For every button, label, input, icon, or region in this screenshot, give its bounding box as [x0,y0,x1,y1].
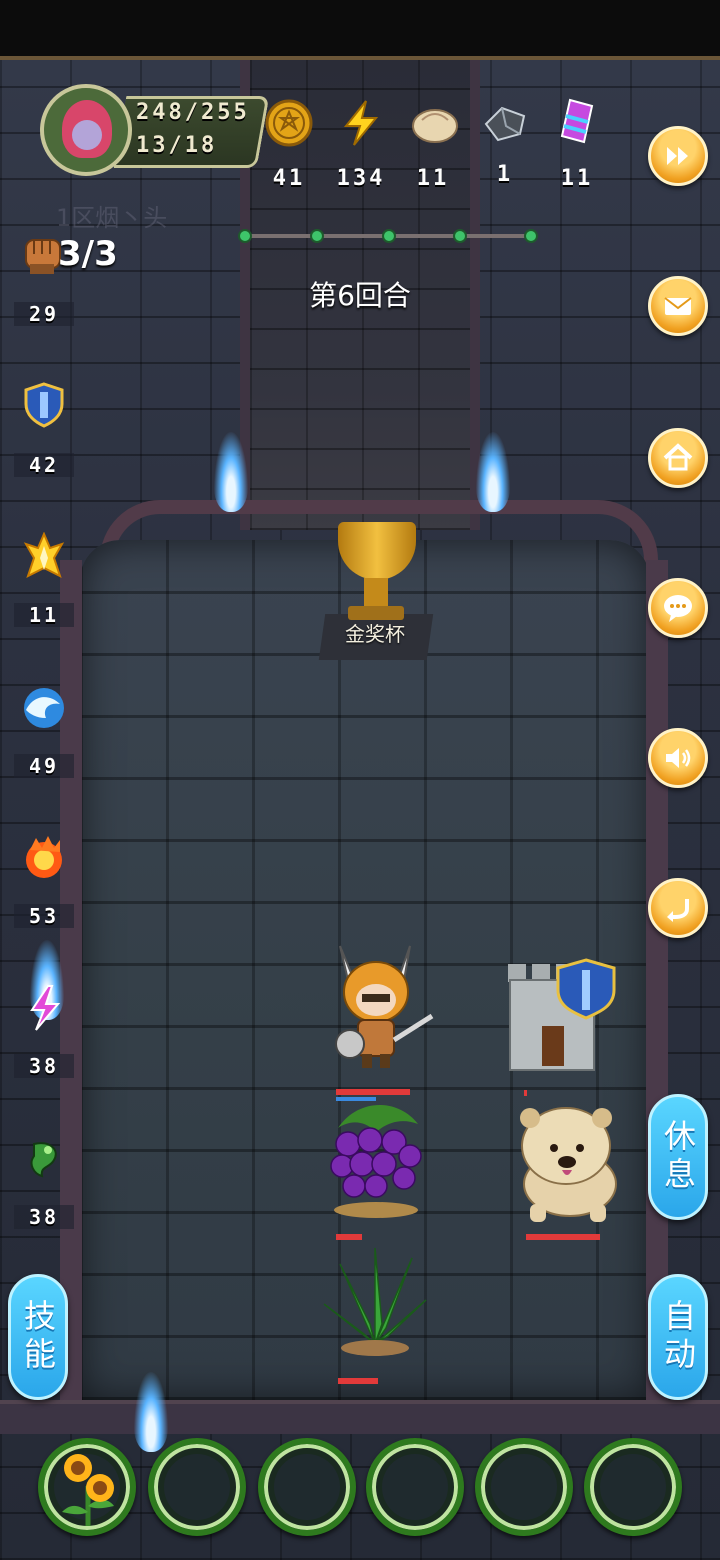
attack-count: 3/3 [58,234,118,274]
blue-flame-icon [476,432,510,512]
shield-icon [24,382,64,428]
round-progress-dot [524,229,538,243]
tower-hp-bar [524,1090,527,1096]
fast-forward-button[interactable] [648,126,708,186]
game-screen: 248/255 13/18 41 134 11 1 11 1区烟丶头 第6回合 [0,0,720,1560]
unit-slot-6[interactable] [584,1438,682,1536]
grapes-hp-bar [336,1234,362,1240]
energy-count: 134 [336,166,386,191]
shield-tower-unit[interactable] [502,950,622,1076]
hero-hp-bar [336,1089,410,1095]
fire-stat-value: 53 [14,904,74,928]
return-icon [667,899,689,922]
attack-stat-value: 29 [14,302,74,326]
iron-count: 1 [496,162,514,187]
trophy-stem [364,578,388,608]
sound-button[interactable] [648,728,708,788]
hero-knight-unit[interactable] [318,940,434,1080]
player-hp: 248/255 [136,100,250,125]
lightning-stat-value: 38 [14,1054,74,1078]
chat-icon [664,595,692,622]
player-avatar[interactable] [40,84,132,176]
player-level: 13/18 [136,133,218,158]
chow-dog-unit[interactable] [500,1100,624,1226]
grass-bush-unit[interactable] [320,1244,430,1364]
poison-stat-value: 38 [14,1205,74,1229]
dumpling-icon [412,109,458,143]
unit-slot-2[interactable] [148,1438,246,1536]
rest-button[interactable]: 休息 [648,1094,708,1220]
water-stat-value: 49 [14,754,74,778]
poison-icon [30,1142,57,1178]
fire-icon [26,836,62,878]
holy-light-icon [23,532,65,578]
home-button[interactable] [648,428,708,488]
unit-slot-4[interactable] [366,1438,464,1536]
round-progress-dot [453,229,467,243]
round-progress-dot [382,229,396,243]
bush-hp-bar [338,1378,378,1384]
unit-slot-3[interactable] [258,1438,356,1536]
lightning-energy-icon [343,100,379,146]
round-progress-dot [310,229,324,243]
fast-forward-icon [667,147,688,165]
holy-stat-value: 11 [14,603,74,627]
crystal-gem-icon [560,98,594,144]
auto-button[interactable]: 自动 [648,1274,708,1400]
skill-button[interactable]: 技能 [8,1274,68,1400]
mail-icon [664,297,692,315]
home-icon [663,443,693,471]
dog-hp-bar [526,1234,600,1240]
gold-coin-icon [265,99,313,147]
bottom-ledge [0,1400,720,1434]
chat-button[interactable] [648,578,708,638]
mail-button[interactable] [648,276,708,336]
sunflower-icon [62,1454,114,1526]
crystal-count: 11 [560,166,594,191]
unit-slot-5[interactable] [475,1438,573,1536]
water-wave-icon [24,688,64,728]
sound-icon [666,748,691,768]
dumpling-count: 11 [416,166,450,191]
avatar-face [72,120,102,150]
round-label: 第6回合 [309,279,411,312]
defense-stat-value: 42 [14,453,74,477]
return-button[interactable] [648,878,708,938]
gold-count: 41 [272,166,306,191]
player-name-faded: 1区烟丶头 [56,204,168,232]
unit-slot-1[interactable] [38,1438,136,1536]
trophy-label: 金奖杯 [345,622,405,646]
lightning-bolt-icon [30,985,61,1031]
grapes-unit[interactable] [318,1098,434,1224]
iron-ore-icon [484,106,526,142]
round-progress-dot [238,229,252,243]
arena-wall-right [646,560,668,1400]
